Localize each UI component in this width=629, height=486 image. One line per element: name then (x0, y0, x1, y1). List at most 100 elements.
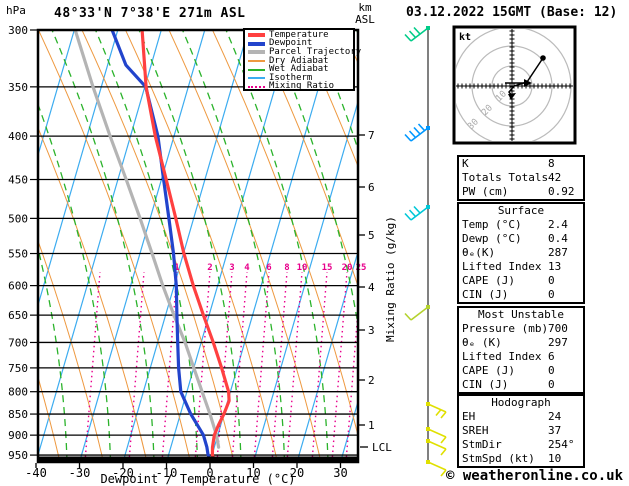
mixing-ratio-label: 2 (207, 263, 212, 273)
legend-box: Temperature Dewpoint Parcel Trajectory Dry … (243, 28, 361, 92)
indices-table: Most Unstable Pressure (mb) 700 θₑ (K) 297 Li… (457, 306, 585, 394)
wind-barb (404, 205, 430, 221)
copyright-text: © weatheronline.co.uk (446, 468, 624, 484)
pressure-tick-label: 950 (8, 449, 28, 462)
pressure-tick-label: 400 (8, 130, 28, 143)
table-row-value: 42 (548, 171, 562, 184)
table-row: EH 24 (459, 410, 583, 424)
km-tick-label: 7 (368, 129, 375, 142)
table-row-label: StmDir (462, 438, 502, 451)
pressure-tick-label: 700 (8, 336, 28, 349)
pressure-tick-label: 800 (8, 386, 28, 399)
table-row-label: Dewp (°C) (462, 232, 522, 245)
pressure-tick-label: 350 (8, 81, 28, 94)
km-tick-label: 3 (368, 324, 375, 337)
table-row: Totals Totals 42 (459, 171, 583, 185)
table-row-label: Lifted Index (462, 350, 542, 363)
table-row: θₑ(K) 287 (459, 246, 583, 260)
table-row-label: θₑ(K) (462, 246, 496, 259)
table-row-label: CAPE (J) (462, 364, 515, 377)
wind-barb (404, 26, 430, 42)
table-row-value: 24 (548, 410, 562, 423)
table-row-label: Pressure (mb) (462, 322, 549, 335)
table-row-label: PW (cm) (462, 185, 509, 198)
wind-barb (404, 123, 430, 142)
table-row-label: Totals Totals (462, 171, 549, 184)
wind-barb (426, 402, 447, 419)
indices-table: Surface Temp (°C) 2.4 Dewp (°C) 0.4 θₑ(K) 287 L… (457, 202, 585, 304)
x-axis-title: Dewpoint / Temperature (°C) (100, 472, 295, 486)
table-row-label: CIN (J) (462, 378, 509, 391)
table-row-value: 0 (548, 288, 555, 301)
table-row-label: EH (462, 410, 476, 423)
legend-item-label: Mixing Ratio (269, 81, 335, 92)
pressure-tick-label: 450 (8, 174, 28, 187)
table-row-value: 2.4 (548, 218, 568, 231)
table-row-value: 37 (548, 424, 562, 437)
hodograph-panel: 102030kt (452, 25, 577, 145)
table-row: CIN (J) 0 (459, 288, 583, 302)
altitude-axis-unit: km ASL (348, 2, 382, 26)
lcl-label: LCL (372, 441, 392, 454)
table-row-label: CIN (J) (462, 288, 509, 301)
table-row-value: 0 (548, 378, 555, 391)
temp-axis-group: -40 -30 -20 -10 0 10 20 30Dewpoint / Temperatur… (25, 463, 348, 486)
mixing-ratio-label: 3 (229, 263, 234, 273)
table-row-value: 0.4 (548, 232, 568, 245)
wind-barb (426, 460, 447, 477)
table-row: CAPE (J) 0 (459, 364, 583, 378)
mixing-ratio-labels-group: 1 2 3 4 6 8 10 15 20 25 (174, 263, 366, 273)
mixing-ratio-label: 10 (297, 263, 308, 273)
legend-line-swatch (248, 33, 265, 38)
legend-line-swatch (248, 41, 265, 46)
table-row-value: 254° (548, 438, 575, 451)
table-title: Hodograph (491, 396, 551, 409)
km-tick-label: 1 (368, 419, 375, 432)
wind-barbs-group (404, 26, 447, 477)
km-tick-label: 5 (368, 229, 375, 242)
table-row-value: 0 (548, 274, 555, 287)
mixing-ratio-label: 8 (284, 263, 289, 273)
table-row: CIN (J) 0 (459, 378, 583, 392)
table-row-value: 6 (548, 350, 555, 363)
table-row: SREH 37 (459, 424, 583, 438)
table-row-value: 287 (548, 246, 568, 259)
pressure-tick-label: 500 (8, 212, 28, 225)
mixing-ratio-label: 20 (342, 263, 353, 273)
table-row: Dewp (°C) 0.4 (459, 232, 583, 246)
station-title: 48°33'N 7°38'E 271m ASL (54, 6, 246, 21)
table-row-label: K (462, 157, 469, 170)
indices-table: Hodograph EH 24 SREH 37 StmDir 254° StmSpd (kt)… (457, 394, 585, 468)
pressure-tick-label: 650 (8, 309, 28, 322)
table-row-label: StmSpd (kt) (462, 452, 535, 465)
table-row-value: 0.92 (548, 185, 575, 198)
table-row-value: 297 (548, 336, 568, 349)
skewt-sounding-page: 1 2 3 4 6 8 10 15 20 25 300 350 400 450 500 550 600 650 70… (0, 0, 629, 486)
table-row-value: 700 (548, 322, 568, 335)
legend-line-swatch (248, 68, 265, 71)
legend-line-swatch (248, 50, 265, 55)
table-row: Lifted Index 6 (459, 350, 583, 364)
pressure-axis-unit: hPa (6, 4, 26, 17)
table-row: Temp (°C) 2.4 (459, 218, 583, 232)
table-row-label: Temp (°C) (462, 218, 522, 231)
pressure-tick-label: 750 (8, 362, 28, 375)
table-row-value: 8 (548, 157, 555, 170)
altitude-unit-asl: ASL (355, 13, 375, 26)
temp-tick-label: 30 (333, 466, 347, 480)
table-row-value: 13 (548, 260, 562, 273)
legend-line-swatch (248, 77, 265, 80)
table-row: CAPE (J) 0 (459, 274, 583, 288)
table-title: Surface (497, 204, 545, 217)
table-row: StmSpd (kt) 10 (459, 452, 583, 466)
table-row: K8 (459, 157, 583, 171)
datetime-title: 03.12.2022 15GMT (Base: 12) (406, 5, 618, 20)
temp-tick-label: -40 (25, 466, 47, 480)
pressure-tick-label: 900 (8, 429, 28, 442)
wind-barb (404, 305, 430, 321)
mixing-ratio-label: 4 (244, 263, 250, 273)
legend-line-swatch (248, 85, 265, 88)
km-tick-label: 2 (368, 374, 375, 387)
table-row-label: CAPE (J) (462, 274, 515, 287)
table-row: StmDir 254° (459, 438, 583, 452)
